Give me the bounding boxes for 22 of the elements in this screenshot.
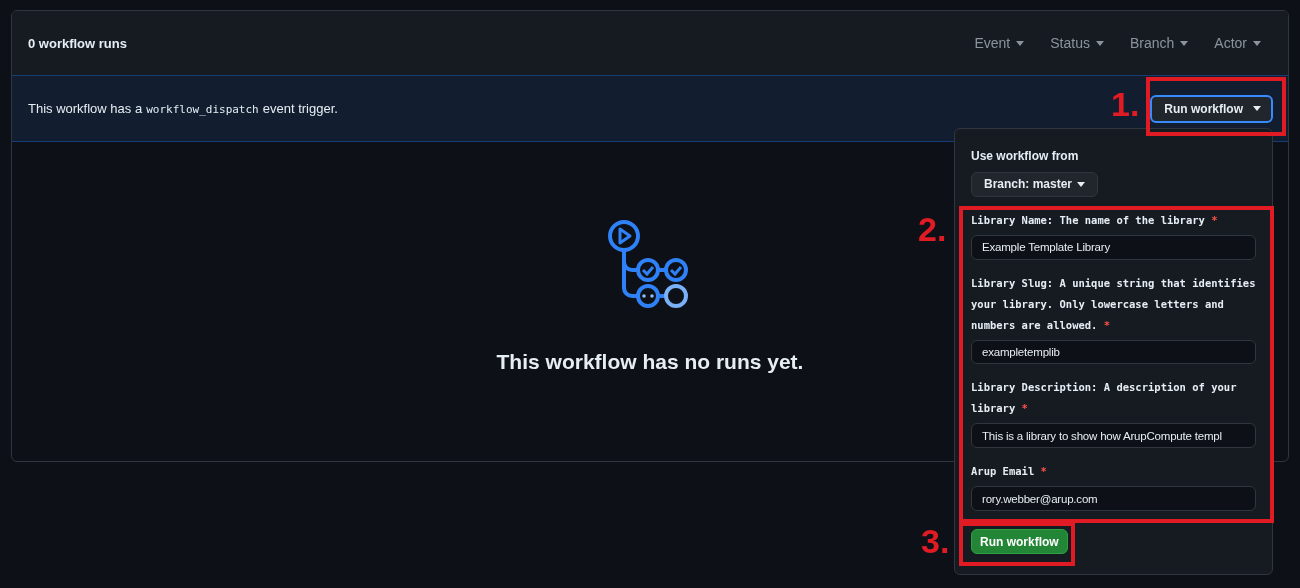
filter-dropdown[interactable]: Branch bbox=[1129, 35, 1189, 51]
filter-dropdown[interactable]: Actor bbox=[1214, 35, 1261, 51]
input-field[interactable]: Example Template Library bbox=[971, 234, 1256, 260]
runs-count: 0 workflow runs bbox=[28, 35, 127, 51]
filter-dropdown[interactable]: Event bbox=[974, 35, 1025, 51]
annotation-number: 1. bbox=[1111, 85, 1140, 124]
annotation-number: 2. bbox=[918, 210, 947, 249]
empty-message: This workflow has no runs yet. bbox=[496, 350, 804, 374]
field-label: Arup Email * bbox=[971, 464, 1047, 480]
banner-text: This workflow has a workflow_dispatch event trigger. bbox=[28, 101, 338, 116]
branch-select-button[interactable]: Branch: master bbox=[971, 172, 1099, 197]
field-label: Library Name: The name of the library * bbox=[971, 212, 1218, 228]
annotation-number: 3. bbox=[921, 522, 950, 561]
submit-run-button[interactable]: Run workflow bbox=[971, 529, 1068, 554]
field-label: Library Description: A description of your library * bbox=[971, 380, 1238, 417]
input-field[interactable]: exampletemplib bbox=[971, 339, 1256, 365]
run-workflow-button[interactable]: Run workflow bbox=[1150, 94, 1273, 123]
popover-heading: Use workflow from bbox=[971, 149, 1079, 163]
filter-dropdown[interactable]: Status bbox=[1050, 35, 1104, 51]
input-field[interactable]: rory.webber@arup.com bbox=[971, 486, 1256, 512]
field-label: Library Slug: A unique string that identifies your library. Only lowercase letters and numbers are allowed. * bbox=[971, 275, 1256, 333]
input-field[interactable]: This is a library to show how ArupCompute templ bbox=[971, 423, 1256, 449]
